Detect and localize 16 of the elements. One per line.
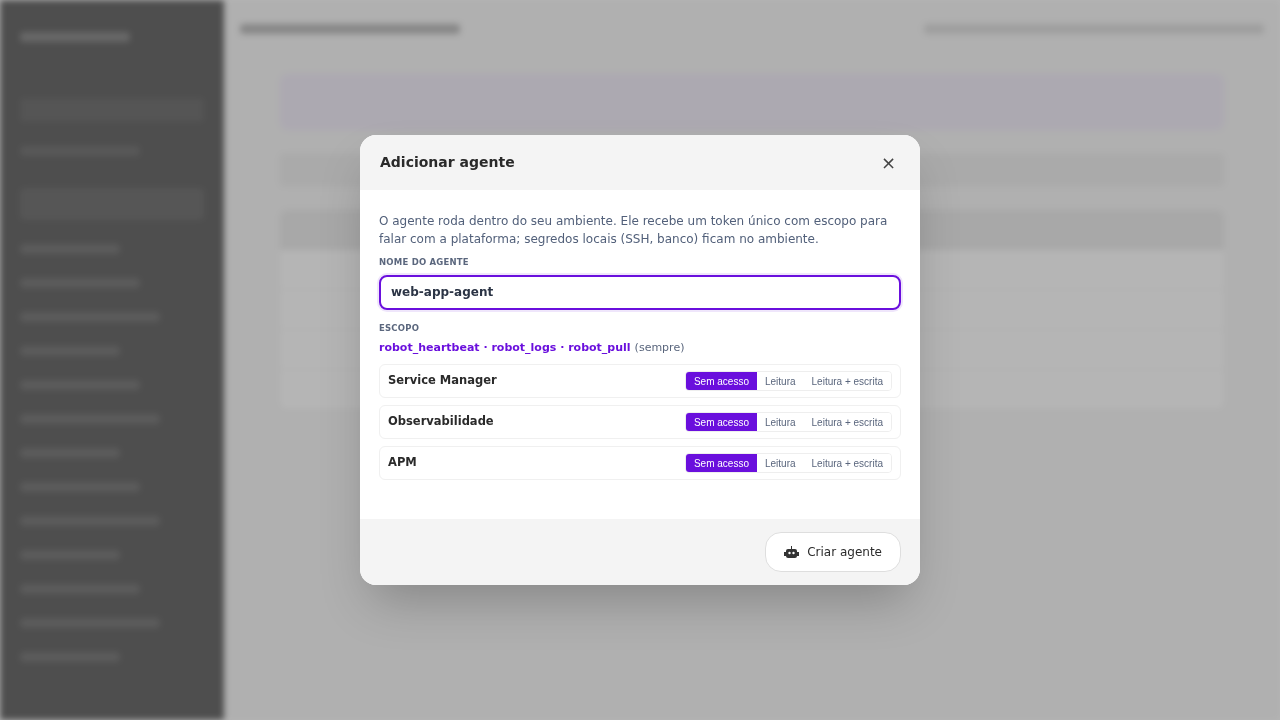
access-option[interactable]: Sem acesso — [685, 454, 757, 472]
module-name: Observabilidade — [388, 413, 494, 431]
robot-icon — [784, 545, 800, 559]
access-option[interactable]: Sem acesso — [685, 413, 757, 431]
access-option[interactable]: Sem acesso — [685, 372, 757, 390]
scope-label: ESCOPO — [379, 321, 421, 335]
field-label: NOME DO AGENTE — [379, 256, 470, 269]
create-agent-button[interactable]: Criar agente — [765, 532, 901, 572]
scope-note: (sempre) — [634, 339, 685, 356]
agent-name-field[interactable]: web-app-agent — [379, 274, 901, 310]
fixed-scopes: robot_heartbeat · robot_logs · robot_pull — [379, 339, 631, 356]
dialog-title: Adicionar agente — [380, 153, 515, 172]
module-name: APM — [388, 454, 417, 472]
module-name: Service Manager — [388, 372, 497, 390]
close-button[interactable]: × — [876, 153, 900, 172]
description: O agente roda dentro do seu ambiente. Ele recebe um token único com escopo para falar com a plataforma; segredos locais (SSH, banco) ficam no ambiente. — [379, 213, 889, 248]
